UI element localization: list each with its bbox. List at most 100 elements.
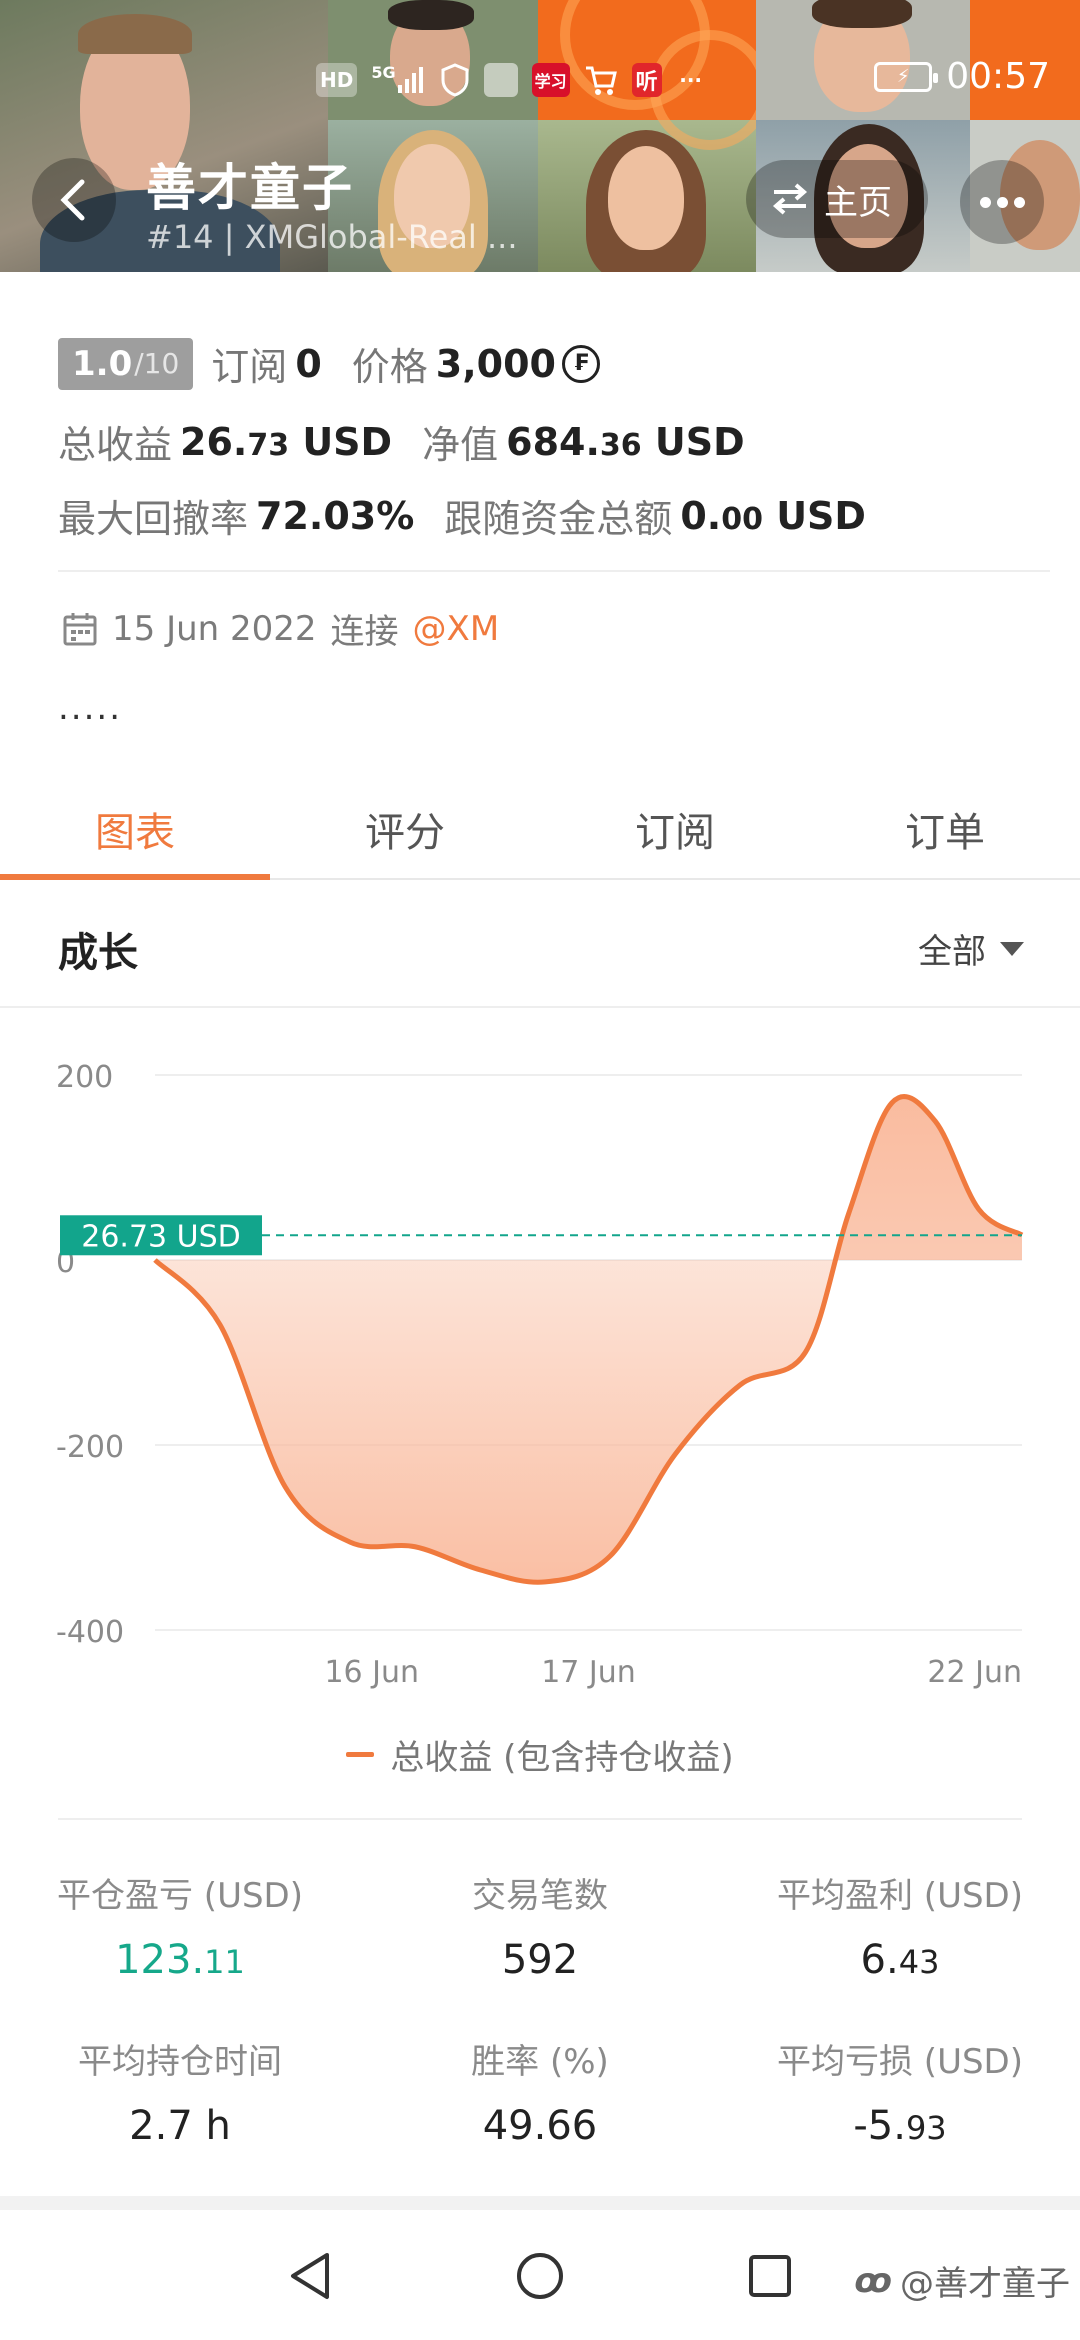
y-tick-label: 200 [56,1060,113,1095]
home-button[interactable]: 主页 [746,160,928,238]
rating-max: /10 [134,347,180,380]
growth-divider [0,1006,1080,1008]
calendar-icon [63,612,97,645]
stat-avg-profit: 平均盈利 (USD) 6.43 [720,1868,1080,1983]
info-row-rating: 1.0 /10 订阅 0 价格 3,000 ₣ [58,336,600,391]
triangle-back-icon [291,2253,329,2299]
rating-badge: 1.0 /10 [58,337,194,390]
net-value: 684.36 USD [506,419,745,464]
subscribe-value: 0 [295,341,322,386]
stat-value: 592 [501,1937,579,1983]
stat-value: 6.43 [860,1937,940,1983]
section-separator [0,2196,1080,2210]
range-dropdown[interactable]: 全部 [918,924,1024,973]
connect-date: 15 Jun 2022 [112,608,317,649]
trader-description: ..... [58,688,123,728]
max-drawdown-label: 最大回撤率 [58,497,249,541]
y-tick-label: -200 [56,1430,124,1465]
x-tick-label: 16 Jun [324,1655,419,1690]
status-clock: ⚡ 00:57 [874,56,1050,97]
more-dot-icon [1013,196,1025,208]
home-label: 主页 [824,182,892,223]
growth-title: 成长 [58,930,138,976]
stat-trade-count: 交易笔数 592 [360,1868,720,1983]
x-tick-label: 22 Jun [927,1655,1022,1690]
range-value: 全部 [918,932,986,972]
tab-chart[interactable]: 图表 [0,780,270,880]
nav-home-button[interactable] [514,2250,566,2302]
stat-label: 平均盈利 (USD) [777,1876,1023,1916]
info-row-profit: 总收益 26.73 USD 净值 684.36 USD [58,414,745,469]
y-tick-label: -400 [56,1615,124,1650]
more-dots-icon: ··· [679,68,703,92]
stat-value: 2.7 h [129,2103,231,2149]
stat-label: 平均持仓时间 [78,2042,282,2082]
max-drawdown-value: 72.03% [256,493,415,538]
tab-rating[interactable]: 评分 [270,780,540,878]
tab-subscriptions[interactable]: 订阅 [540,780,810,878]
trader-banner: HD 5G 学习 听 ··· ⚡ 00:57 善才童子 #14 | XMGlob… [0,0,1080,272]
chevron-left-icon [60,179,85,221]
stat-label: 胜率 (%) [471,2042,609,2082]
nav-back-button[interactable] [284,2250,336,2302]
rating-value: 1.0 [72,343,133,384]
net-value-label: 净值 [422,423,499,467]
nav-recents-button[interactable] [744,2250,796,2302]
circle-home-icon [517,2253,563,2299]
more-options-button[interactable] [960,160,1044,244]
battery-charging-icon: ⚡ [874,61,939,92]
chart-legend: 总收益 (包含持仓收益) [0,1730,1080,1779]
5g-signal-icon: 5G [371,63,425,97]
connect-row: 15 Jun 2022 连接 @XM [62,604,499,653]
stat-value: 123.11 [115,1937,245,1983]
stat-closed-pnl: 平仓盈亏 (USD) 123.11 [0,1868,360,1983]
follow-funds-value: 0.00 USD [680,493,866,538]
swap-arrows-icon [772,183,808,215]
price-label: 价格 [351,345,428,389]
trader-subtitle: #14 | XMGlobal-Real ... [146,218,518,256]
huawei-app-icon [483,63,518,97]
growth-chart: 200 0 -200 -400 16 Jun 17 Jun 22 Jun 26.73 USD [0,1030,1080,1710]
listen-app-icon: 听 [631,63,662,97]
stat-avg-loss: 平均亏损 (USD) -5.93 [720,2034,1080,2149]
watermark: ꝏ @善才童子 [854,2256,1070,2305]
connect-label: 连接 [330,612,399,652]
tab-bar: 图表 评分 订阅 订单 [0,780,1080,880]
broker-link[interactable]: @XM [413,609,500,649]
caret-down-icon [1000,941,1024,956]
more-dot-icon [979,196,991,208]
x-tick-label: 17 Jun [541,1655,636,1690]
cart-app-icon [584,63,618,97]
snowball-logo-icon: ꝏ [854,2260,892,2301]
legend-label: 总收益 (包含持仓收益) [390,1738,734,1778]
growth-chart-svg: 2000-200-40016 Jun 17 Jun 22 Jun26.73 USD [56,1060,1024,1690]
info-row-drawdown: 最大回撤率 72.03% 跟随资金总额 0.00 USD [58,488,866,543]
trader-name: 善才童子 [146,159,354,217]
hd-icon: HD [316,63,358,97]
legend-divider [58,1818,1022,1820]
coin-icon: ₣ [561,344,600,383]
stat-label: 平均亏损 (USD) [777,2042,1023,2082]
stat-value: 49.66 [482,2103,598,2149]
stat-win-rate: 胜率 (%) 49.66 [360,2034,720,2149]
current-value-label: 26.73 USD [81,1219,241,1254]
status-bar: HD 5G 学习 听 ··· [316,52,706,108]
total-profit-label: 总收益 [58,423,173,467]
total-profit-value: 26.73 USD [180,419,393,464]
tab-orders[interactable]: 订单 [810,780,1080,878]
stat-avg-hold-time: 平均持仓时间 2.7 h [0,2034,360,2149]
legend-swatch [346,1752,375,1757]
stat-label: 平仓盈亏 (USD) [57,1876,303,1916]
price-value: 3,000 [435,341,556,386]
follow-funds-label: 跟随资金总额 [444,497,673,541]
more-dot-icon [996,196,1008,208]
subscribe-label: 订阅 [211,345,288,389]
study-app-icon: 学习 [531,63,570,97]
info-divider [58,570,1050,572]
stat-label: 交易笔数 [472,1876,608,1916]
shield-app-icon [440,63,470,97]
time-text: 00:57 [946,56,1050,97]
square-recents-icon [749,2255,791,2297]
back-button[interactable] [32,158,116,242]
watermark-text: @善才童子 [900,2264,1070,2304]
